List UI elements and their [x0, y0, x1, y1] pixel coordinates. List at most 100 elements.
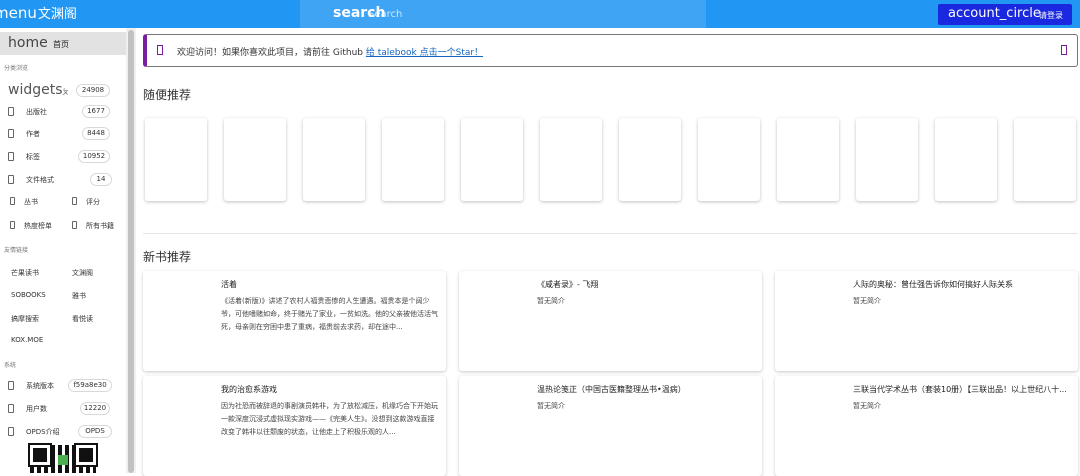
- account-circle-icon: account_circle: [948, 6, 1041, 21]
- sidebar-item-rating[interactable]: 评分: [72, 194, 122, 210]
- widgets-icon: widgets: [8, 82, 63, 98]
- book-title[interactable]: 三联当代学术丛书（套装10册）【三联出品！以上世纪八十...: [853, 384, 1073, 395]
- info-icon: [157, 45, 163, 55]
- count-chip: 1677: [82, 105, 110, 118]
- book-cover-card[interactable]: [461, 118, 523, 201]
- book-cover-card[interactable]: [1014, 118, 1076, 201]
- book-title[interactable]: 活着: [221, 279, 441, 290]
- book-cover-card[interactable]: [777, 118, 839, 201]
- book-description: 因为社恐而被辞退的事剧演员韩非，为了放松减压，机缘巧合下开始玩一款深度沉浸式虚拟…: [221, 402, 438, 436]
- count-chip: 12220: [80, 402, 110, 415]
- publisher-icon: [8, 107, 14, 116]
- sidebar-item-opds[interactable]: OPDS介绍 OPDS: [0, 423, 126, 441]
- book-title[interactable]: 温热论笺正（中国古医籍整理丛书•温病）: [537, 384, 757, 395]
- book-cover-card[interactable]: [303, 118, 365, 201]
- sidebar-item-label: 评分: [86, 198, 100, 206]
- book-cover-card[interactable]: [698, 118, 760, 201]
- users-icon: [8, 404, 14, 413]
- book-description: 《活着(新版)》讲述了农村人福贵悲惨的人生遭遇。福贵本是个阔少爷，可他嗜赌如命，…: [221, 297, 438, 331]
- rating-icon: [72, 197, 77, 205]
- section-title-random: 随便推荐: [143, 88, 192, 102]
- book-cover-card[interactable]: [935, 118, 997, 201]
- sidebar-item-label: OPDS介绍: [26, 428, 60, 436]
- app-title[interactable]: 文渊阁: [38, 7, 77, 22]
- sidebar-item-label: 用户数: [26, 405, 47, 413]
- sidebar-item-version[interactable]: 系统版本 f59a8e30: [0, 377, 126, 395]
- search-box[interactable]: search: [300, 0, 706, 28]
- friend-link[interactable]: 看悦读: [72, 314, 93, 324]
- sidebar-item-label: 文件格式: [26, 176, 54, 184]
- book-description: 暂无简介: [853, 402, 881, 410]
- friend-link[interactable]: KOX.MOE: [11, 336, 43, 344]
- alert-text: 欢迎访问！如果你喜欢此项目，请前往 Github 给 talebook 点击一个…: [177, 45, 483, 58]
- sidebar: home 首页 分类浏览 widgets ㄆ 24908 出版社 1677 作者…: [0, 28, 126, 473]
- sidebar-item-users[interactable]: 用户数 12220: [0, 400, 126, 418]
- sidebar-item-label: 热度榜单: [24, 222, 52, 230]
- book-title[interactable]: 我的治愈系游戏: [221, 384, 441, 395]
- sidebar-item-label: 丛书: [24, 198, 38, 206]
- file-format-icon: [8, 175, 14, 184]
- book-card[interactable]: 温热论笺正（中国古医籍整理丛书•温病） 暂无简介: [459, 376, 762, 476]
- version-icon: [8, 381, 14, 390]
- sidebar-item-label: 所有书籍: [86, 222, 114, 230]
- home-icon: home: [8, 35, 48, 51]
- sidebar-item-tag[interactable]: 标签 10952: [0, 148, 126, 166]
- sidebar-item-label: 系统版本: [26, 382, 54, 390]
- count-chip: 8448: [82, 127, 110, 140]
- login-button[interactable]: account_circle 请登录: [938, 4, 1072, 25]
- search-input[interactable]: [368, 7, 668, 21]
- friend-link[interactable]: 搞摩搜索: [11, 314, 39, 324]
- tag-icon: [8, 152, 14, 161]
- sidebar-item-series[interactable]: 丛书: [10, 194, 60, 210]
- book-title[interactable]: 《咸者录》- 飞翔: [537, 279, 757, 290]
- opds-icon: [8, 427, 14, 436]
- author-icon: [8, 129, 14, 138]
- book-card[interactable]: 我的治愈系游戏因为社恐而被辞退的事剧演员韩非，为了放松减压，机缘巧合下开始玩一款…: [143, 376, 446, 476]
- section-header-friends: 友情链接: [4, 247, 29, 254]
- book-title[interactable]: 人际的奥秘：曾仕强告诉你如何搞好人际关系: [853, 279, 1073, 290]
- qr-code: [28, 443, 98, 473]
- sidebar-item-hot[interactable]: 热度榜单: [10, 218, 65, 234]
- sidebar-item-home[interactable]: home 首页: [0, 32, 126, 55]
- sidebar-item-author[interactable]: 作者 8448: [0, 125, 126, 143]
- book-card[interactable]: 人际的奥秘：曾仕强告诉你如何搞好人际关系 暂无简介: [775, 271, 1078, 371]
- sidebar-item-all[interactable]: 所有书籍: [72, 218, 126, 234]
- github-star-link[interactable]: 给 talebook 点击一个Star！: [366, 48, 483, 58]
- section-header-browse: 分类浏览: [4, 65, 29, 72]
- book-cover-card[interactable]: [224, 118, 286, 201]
- hot-icon: [10, 221, 15, 229]
- book-cover-card[interactable]: [382, 118, 444, 201]
- book-card[interactable]: 《咸者录》- 飞翔 暂无简介: [459, 271, 762, 371]
- sidebar-scrollbar-thumb[interactable]: [128, 30, 134, 473]
- friend-link[interactable]: 芒果读书: [11, 268, 39, 278]
- section-divider: [143, 233, 1078, 234]
- sidebar-item-format[interactable]: 文件格式 14: [0, 171, 126, 189]
- version-chip: f59a8e30: [68, 379, 112, 392]
- home-label: 首页: [53, 40, 69, 49]
- friend-link[interactable]: 文渊阁: [72, 268, 93, 278]
- friend-link[interactable]: SOBOOKS: [11, 291, 46, 299]
- library-icon: [72, 221, 77, 229]
- friend-link[interactable]: 雅书: [72, 291, 86, 301]
- count-chip: 10952: [78, 150, 110, 163]
- book-cover-card[interactable]: [540, 118, 602, 201]
- book-card[interactable]: 三联当代学术丛书（套装10册）【三联出品！以上世纪八十... 暂无简介: [775, 376, 1078, 476]
- opds-chip: OPDS: [78, 425, 112, 438]
- count-chip: 14: [90, 173, 112, 186]
- sidebar-item-all-books[interactable]: widgets ㄆ 24908: [0, 81, 126, 101]
- close-icon[interactable]: [1061, 45, 1067, 55]
- count-chip: 24908: [76, 84, 110, 97]
- welcome-alert: 欢迎访问！如果你喜欢此项目，请前往 Github 给 talebook 点击一个…: [143, 34, 1078, 67]
- book-cover-card[interactable]: [145, 118, 207, 201]
- sidebar-item-label: 标签: [26, 153, 40, 161]
- section-header-system: 系统: [4, 362, 17, 369]
- sidebar-item-publisher[interactable]: 出版社 1677: [0, 103, 126, 121]
- menu-icon[interactable]: menu: [0, 4, 37, 22]
- login-label: 请登录: [1039, 11, 1063, 20]
- brand: menu文渊阁: [0, 3, 77, 22]
- book-cover-card[interactable]: [619, 118, 681, 201]
- book-cover-card[interactable]: [856, 118, 918, 201]
- book-card[interactable]: 活着《活着(新版)》讲述了农村人福贵悲惨的人生遭遇。福贵本是个阔少爷，可他嗜赌如…: [143, 271, 446, 371]
- app-bar: menu文渊阁 search account_circle 请登录: [0, 0, 1080, 28]
- section-title-new: 新书推荐: [143, 250, 192, 264]
